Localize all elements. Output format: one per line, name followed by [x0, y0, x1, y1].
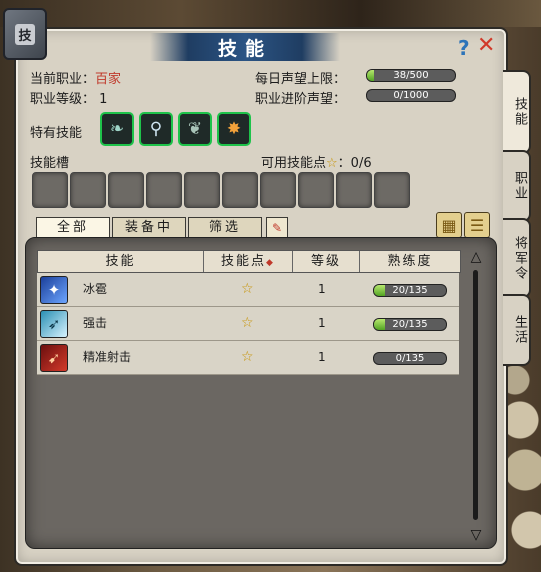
skill-slot[interactable]	[184, 172, 220, 208]
tab-all[interactable]: 全部	[36, 217, 110, 239]
advance-rep-bar: 0/1000	[366, 89, 456, 102]
skill-slot[interactable]	[260, 172, 296, 208]
side-tab-skills[interactable]: 技能	[503, 70, 531, 154]
star-icon: ☆	[241, 281, 254, 297]
table-row[interactable]: ➹ 精准射击 ☆ 1 0/135	[37, 341, 459, 375]
skill-slot[interactable]	[298, 172, 334, 208]
filter-settings-icon[interactable]: ✎	[266, 217, 288, 239]
skill-level: 1	[318, 350, 326, 364]
help-icon[interactable]: ?	[458, 36, 470, 60]
skill-slot-label: 技能槽	[30, 156, 70, 171]
job-level-value: 1	[99, 92, 108, 107]
proficiency-bar: 20/135	[373, 284, 447, 297]
proficiency-value: 0/135	[395, 353, 425, 364]
proficiency-bar: 0/135	[373, 352, 447, 365]
skill-level: 1	[318, 316, 326, 330]
header-skill-points[interactable]: 技能点◆	[204, 251, 293, 272]
special-skill-staff-icon[interactable]: ⚲	[139, 112, 173, 146]
side-tab-life[interactable]: 生活	[503, 294, 531, 366]
special-skill-leaf-icon[interactable]: ❦	[178, 112, 212, 146]
proficiency-bar: 20/135	[373, 318, 447, 331]
skill-slot[interactable]	[222, 172, 258, 208]
list-view-icon[interactable]: ☰	[464, 212, 490, 238]
close-icon[interactable]: ✕	[477, 33, 495, 58]
skill-book-icon: 技	[3, 8, 47, 60]
advance-rep-label: 职业进阶声望：	[255, 92, 347, 107]
daily-rep-bar: 38/500	[366, 69, 456, 82]
side-tab-general-order[interactable]: 将军令	[503, 218, 531, 298]
current-job-value: 百家	[95, 72, 122, 87]
hail-skill-icon: ✦	[40, 276, 68, 304]
table-header: 技能 技能点◆ 等级 熟练度	[37, 250, 461, 273]
current-job: 当前职业：百家	[30, 68, 121, 87]
power-strike-icon: ➶	[40, 310, 68, 338]
table-row[interactable]: ✦ 冰雹 ☆ 1 20/135	[37, 273, 459, 307]
book-glyph: 技	[15, 23, 35, 45]
proficiency-value: 20/135	[392, 319, 428, 330]
skill-points: 可用技能点☆：0/6	[261, 152, 372, 171]
header-skill-points-label: 技能点	[221, 254, 267, 269]
scroll-up-icon[interactable]: △	[467, 250, 485, 264]
skill-name: 精准射击	[83, 350, 132, 364]
skill-points-value: ：0/6	[337, 156, 372, 171]
current-job-label: 当前职业：	[30, 72, 96, 87]
header-level[interactable]: 等级	[293, 251, 360, 272]
tab-filter[interactable]: 筛选	[188, 217, 262, 239]
daily-rep-value: 38/500	[393, 70, 429, 81]
star-icon: ☆	[326, 156, 338, 171]
header-skill[interactable]: 技能	[38, 251, 204, 272]
skill-level: 1	[318, 282, 326, 296]
job-level: 职业等级： 1	[30, 88, 107, 107]
gem-icon: ◆	[266, 258, 275, 268]
skill-slot[interactable]	[32, 172, 68, 208]
scroll-track[interactable]	[473, 270, 478, 520]
advance-rep-value: 0/1000	[393, 90, 429, 101]
proficiency-value: 20/135	[392, 285, 428, 296]
skill-slot[interactable]	[108, 172, 144, 208]
skill-slot[interactable]	[70, 172, 106, 208]
special-skill-burst-icon[interactable]: ✸	[217, 112, 251, 146]
star-icon: ☆	[241, 349, 254, 365]
scene-top-strip	[0, 0, 541, 27]
grid-view-icon[interactable]: ▦	[436, 212, 462, 238]
skill-slot[interactable]	[374, 172, 410, 208]
skill-points-label: 可用技能点	[261, 156, 327, 171]
precise-shot-icon: ➹	[40, 344, 68, 372]
table-scrollbar[interactable]: △ ▽	[465, 250, 487, 542]
job-level-label: 职业等级：	[30, 92, 96, 107]
daily-rep-label: 每日声望上限：	[255, 72, 347, 87]
window-title: 技能	[217, 38, 272, 60]
special-skills-label: 特有技能	[30, 126, 83, 141]
skill-name: 强击	[83, 316, 108, 330]
tab-equipped[interactable]: 装备中	[112, 217, 186, 239]
scroll-down-icon[interactable]: ▽	[467, 528, 485, 542]
table-row[interactable]: ➶ 强击 ☆ 1 20/135	[37, 307, 459, 341]
skill-name: 冰雹	[83, 282, 108, 296]
skill-slot[interactable]	[146, 172, 182, 208]
special-skill-cloak-icon[interactable]: ❧	[100, 112, 134, 146]
side-tab-job[interactable]: 职业	[503, 150, 531, 222]
skill-slot[interactable]	[336, 172, 372, 208]
header-proficiency[interactable]: 熟练度	[360, 251, 460, 272]
star-icon: ☆	[241, 315, 254, 331]
